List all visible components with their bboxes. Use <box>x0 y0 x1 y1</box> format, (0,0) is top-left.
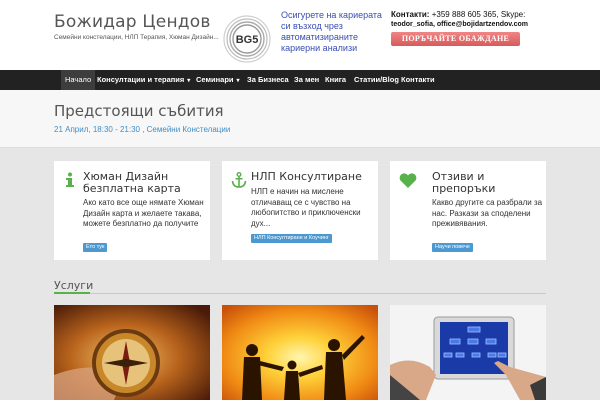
card-human-design: Хюман Дизайн безплатна карта Ако като вс… <box>54 161 210 260</box>
site-title[interactable]: Божидар Цендов <box>54 12 211 32</box>
card-button[interactable]: Научи повече <box>432 243 473 252</box>
anchor-icon <box>231 172 247 188</box>
divider <box>54 293 546 294</box>
nav-item-label: За мен <box>294 75 320 84</box>
nav-item-seminars[interactable]: Семинари ▾ <box>196 70 240 90</box>
family-sunset-image <box>222 305 378 400</box>
nav-item-label: Консултации и терапия <box>97 75 185 84</box>
nav-item-label: Статии/Blog <box>354 75 399 84</box>
divider-accent <box>54 292 90 294</box>
nav-item-label: За Бизнеса <box>247 75 289 84</box>
chevron-down-icon: ▾ <box>187 78 191 84</box>
nav-item-business[interactable]: За Бизнеса <box>247 70 289 90</box>
card-title: Хюман Дизайн безплатна карта <box>83 170 181 195</box>
main-nav: Начало Консултации и терапия ▾ Семинари ▾ … <box>0 70 600 90</box>
card-text: Ако като все още нямате Хюман Дизайн кар… <box>83 198 204 228</box>
contact-label: Контакти: <box>391 10 430 19</box>
contact-email[interactable]: teodor_sofia, office@bojidartzendov.com <box>391 21 528 28</box>
service-image-family[interactable] <box>222 305 378 400</box>
service-image-tablet[interactable] <box>390 305 546 400</box>
nav-item-blog[interactable]: Статии/Blog <box>354 70 399 90</box>
bg5-logo[interactable]: BG5 <box>222 14 272 64</box>
site-tagline: Семейни констелации, НЛП Терапия, Хюман … <box>54 34 219 41</box>
nav-item-home[interactable]: Начало <box>61 70 96 90</box>
nav-item-contacts[interactable]: Контакти <box>401 70 435 90</box>
contact-info: Контакти: +359 888 605 365, Skype: <box>391 10 525 19</box>
career-promo-text[interactable]: Осигурете на кариерата си възход чрез ав… <box>281 10 385 54</box>
tablet-chart-image <box>390 305 546 400</box>
card-button[interactable]: НЛП Консултиране и Коучинг <box>251 234 332 243</box>
card-text: Какво другите са разбрали за нас. Разказ… <box>432 198 543 228</box>
card-button[interactable]: Ето тук <box>83 243 108 252</box>
upcoming-events: Предстоящи събития 21 Април, 18:30 - 21:… <box>0 90 600 148</box>
order-call-button[interactable]: ПОРЪЧАЙТЕ ОБАЖДАНЕ <box>391 32 520 46</box>
compass-image <box>54 305 210 400</box>
card-text: НЛП е начин на мислене отличаващ се с чу… <box>251 187 361 228</box>
site-header: Божидар Цендов Семейни констелации, НЛП … <box>0 0 600 70</box>
logo-text: BG5 <box>236 34 259 46</box>
nav-item-label: Начало <box>65 75 92 84</box>
chevron-down-icon: ▾ <box>236 78 240 84</box>
contact-phone: +359 888 605 365, Skype: <box>429 10 526 19</box>
card-title: Отзиви и препоръки <box>432 170 496 195</box>
nav-item-label: Книга <box>325 75 347 84</box>
nav-item-label: Контакти <box>401 75 435 84</box>
card-nlp: НЛП Консултиране НЛП е начин на мислене … <box>222 161 378 260</box>
info-icon <box>66 172 74 187</box>
nav-item-label: Семинари <box>196 75 234 84</box>
service-image-compass[interactable] <box>54 305 210 400</box>
services-title: Услуги <box>54 279 94 292</box>
card-title: НЛП Консултиране <box>251 170 362 183</box>
card-testimonials: Отзиви и препоръки Какво другите са разб… <box>390 161 546 260</box>
event-link[interactable]: 21 Април, 18:30 - 21:30 , Семейни Консте… <box>54 125 230 134</box>
heart-icon <box>399 173 417 189</box>
nav-item-book[interactable]: Книга <box>325 70 346 90</box>
events-title: Предстоящи събития <box>54 102 224 120</box>
nav-item-consultations[interactable]: Консултации и терапия ▾ <box>97 70 190 90</box>
nav-item-about[interactable]: За мен <box>294 70 319 90</box>
